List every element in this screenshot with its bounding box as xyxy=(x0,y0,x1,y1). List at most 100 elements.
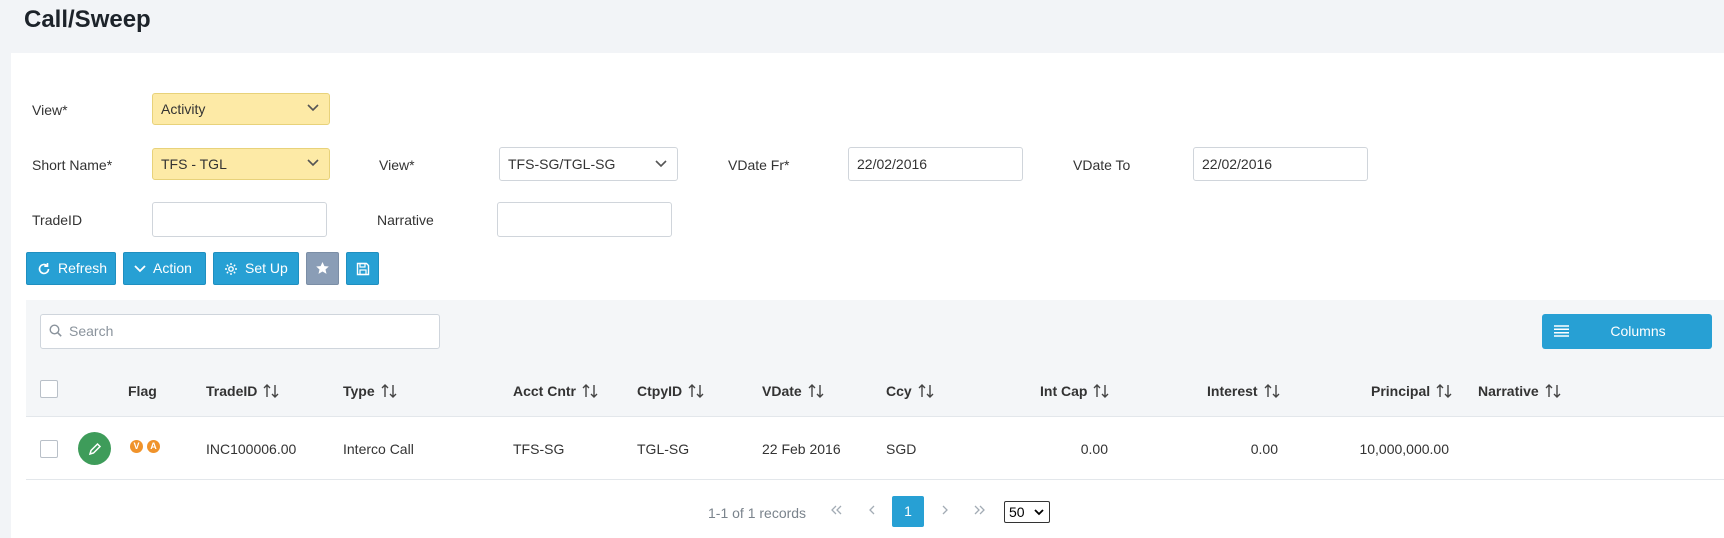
header-acct-cntr[interactable]: Acct Cntr xyxy=(513,383,598,399)
header-ccy-label: Ccy xyxy=(886,383,912,399)
cell-interest: 0.00 xyxy=(1250,441,1278,457)
header-int-cap[interactable]: Int Cap xyxy=(1040,383,1109,399)
vdate-fr-input[interactable]: 22/02/2016 xyxy=(848,147,1023,181)
page-size-value: 50 xyxy=(1009,504,1025,520)
flag-v-badge: V xyxy=(130,440,143,453)
chevron-down-icon xyxy=(307,159,319,167)
header-interest-label: Interest xyxy=(1207,383,1258,399)
cell-tradeid: INC100006.00 xyxy=(206,441,297,457)
header-principal-label: Principal xyxy=(1371,383,1431,399)
columns-button[interactable]: Columns xyxy=(1542,314,1712,349)
vdate-to-input[interactable]: 22/02/2016 xyxy=(1193,147,1368,181)
search-placeholder: Search xyxy=(69,323,114,339)
sort-icon xyxy=(808,384,824,398)
refresh-icon xyxy=(38,262,50,274)
header-acct-cntr-label: Acct Cntr xyxy=(513,383,577,399)
view2-select-value: TFS-SG/TGL-SG xyxy=(508,156,616,172)
header-interest[interactable]: Interest xyxy=(1207,383,1280,399)
narrative-label: Narrative xyxy=(377,212,434,228)
vdate-to-label: VDate To xyxy=(1073,157,1131,173)
first-page-button[interactable] xyxy=(830,502,842,518)
sort-icon xyxy=(688,384,704,398)
view-select-value: Activity xyxy=(161,101,206,117)
double-chevron-left-icon xyxy=(831,505,842,515)
tradeid-label: TradeID xyxy=(32,212,83,228)
sort-icon xyxy=(381,384,397,398)
cell-type: Interco Call xyxy=(343,441,414,457)
star-icon xyxy=(316,262,329,274)
chevron-down-icon xyxy=(134,264,146,272)
header-principal[interactable]: Principal xyxy=(1371,383,1452,399)
setup-button[interactable]: Set Up xyxy=(213,252,299,285)
action-button-label: Action xyxy=(153,260,192,276)
next-page-button[interactable] xyxy=(941,502,949,518)
favorite-button[interactable] xyxy=(306,252,339,285)
pencil-icon xyxy=(88,442,101,455)
page-button-current[interactable]: 1 xyxy=(892,496,924,527)
sort-icon xyxy=(582,384,598,398)
chevron-left-icon xyxy=(869,505,875,515)
cell-vdate: 22 Feb 2016 xyxy=(762,441,841,457)
setup-button-label: Set Up xyxy=(245,260,288,276)
cell-ccy: SGD xyxy=(886,441,917,457)
edit-button[interactable] xyxy=(78,432,111,465)
double-chevron-right-icon xyxy=(974,505,985,515)
view-label: View* xyxy=(32,102,68,118)
sort-icon xyxy=(1436,384,1452,398)
view2-select[interactable]: TFS-SG/TGL-SG xyxy=(499,147,678,181)
header-flag-label: Flag xyxy=(128,383,157,399)
row-checkbox[interactable] xyxy=(40,440,58,458)
cell-acct-cntr: TFS-SG xyxy=(513,441,565,457)
cell-principal: 10,000,000.00 xyxy=(1359,441,1449,457)
header-tradeid[interactable]: TradeID xyxy=(206,383,279,399)
header-vdate-label: VDate xyxy=(762,383,802,399)
pagination-summary: 1-1 of 1 records xyxy=(708,505,807,521)
header-ctpyid-label: CtpyID xyxy=(637,383,683,399)
chevron-down-icon xyxy=(1034,509,1044,516)
action-button[interactable]: Action xyxy=(123,252,206,285)
header-ctpyid[interactable]: CtpyID xyxy=(637,383,704,399)
header-tradeid-label: TradeID xyxy=(206,383,258,399)
chevron-down-icon xyxy=(655,160,667,168)
header-type-label: Type xyxy=(343,383,375,399)
search-icon xyxy=(49,324,62,337)
sort-icon xyxy=(263,384,279,398)
last-page-button[interactable] xyxy=(974,502,986,518)
header-flag: Flag xyxy=(128,383,157,399)
narrative-input[interactable] xyxy=(497,202,672,237)
save-icon xyxy=(356,262,369,275)
short-name-label: Short Name* xyxy=(32,157,113,173)
chevron-right-icon xyxy=(942,505,948,515)
short-name-select[interactable]: TFS - TGL xyxy=(152,148,330,180)
header-int-cap-label: Int Cap xyxy=(1040,383,1088,399)
columns-button-label: Columns xyxy=(1610,323,1666,339)
flag-a-badge: A xyxy=(147,440,160,453)
tradeid-input[interactable] xyxy=(152,202,327,237)
search-input[interactable]: Search xyxy=(40,314,440,349)
header-narrative[interactable]: Narrative xyxy=(1478,383,1561,399)
table-header xyxy=(26,364,1724,417)
sort-icon xyxy=(1264,384,1280,398)
refresh-button-label: Refresh xyxy=(58,260,108,276)
view-select[interactable]: Activity xyxy=(152,93,330,125)
sort-icon xyxy=(1545,384,1561,398)
page-title: Call/Sweep xyxy=(24,6,151,33)
short-name-select-value: TFS - TGL xyxy=(161,156,227,172)
save-button[interactable] xyxy=(346,252,379,285)
vdate-fr-label: VDate Fr* xyxy=(728,157,790,173)
cell-ctpyid: TGL-SG xyxy=(637,441,690,457)
header-ccy[interactable]: Ccy xyxy=(886,383,934,399)
cell-int-cap: 0.00 xyxy=(1080,441,1108,457)
header-vdate[interactable]: VDate xyxy=(762,383,824,399)
header-narrative-label: Narrative xyxy=(1478,383,1539,399)
select-all-checkbox[interactable] xyxy=(40,380,58,398)
page-size-select[interactable]: 50 xyxy=(1004,501,1050,523)
sort-icon xyxy=(1093,384,1109,398)
prev-page-button[interactable] xyxy=(868,502,876,518)
view2-label: View* xyxy=(379,157,415,173)
chevron-down-icon xyxy=(307,104,319,112)
refresh-button[interactable]: Refresh xyxy=(26,252,116,285)
sort-icon xyxy=(918,384,934,398)
header-type[interactable]: Type xyxy=(343,383,397,399)
gear-icon xyxy=(225,262,237,275)
